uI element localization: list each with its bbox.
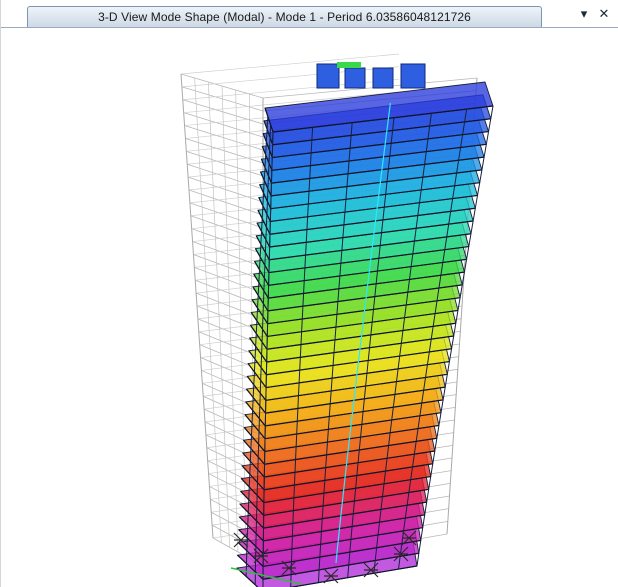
undeformed-column [235,89,247,557]
3d-model-viewport[interactable] [1,28,618,587]
close-icon[interactable]: ✕ [597,7,611,21]
rooftop-marker [337,62,361,68]
undeformed-slab-line [180,53,400,75]
undeformed-slab-line [181,66,399,88]
model-view-window: 3-D View Mode Shape (Modal) - Mode 1 - P… [0,0,618,587]
rooftop-block [316,63,340,89]
undeformed-column [194,77,222,543]
tab-controls: ▾ ✕ [577,7,611,21]
rooftop-block [344,67,366,89]
chevron-down-icon[interactable]: ▾ [577,7,591,21]
view-tab-title: 3-D View Mode Shape (Modal) - Mode 1 - P… [98,10,471,24]
undeformed-column [180,73,214,539]
view-tab-bar: 3-D View Mode Shape (Modal) - Mode 1 - P… [1,0,618,28]
rooftop-block [372,67,394,89]
building-model-drawing [180,53,494,587]
view-tab[interactable]: 3-D View Mode Shape (Modal) - Mode 1 - P… [27,6,542,27]
rooftop-block [400,63,426,89]
undeformed-column [221,85,239,553]
